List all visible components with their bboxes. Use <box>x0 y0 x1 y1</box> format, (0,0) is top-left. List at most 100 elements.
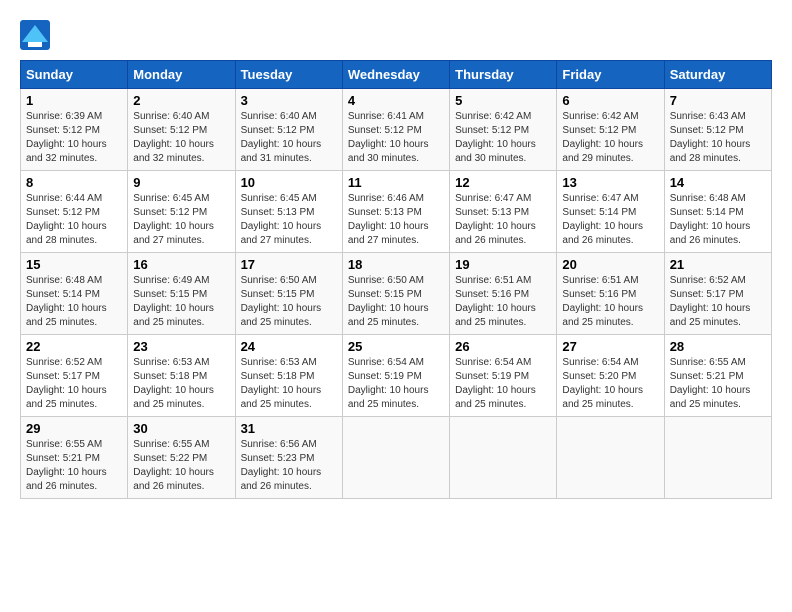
day-cell-30: 30 Sunrise: 6:55 AMSunset: 5:22 PMDayligh… <box>128 417 235 499</box>
day-cell-22: 22Sunrise: 6:52 AMSunset: 5:17 PMDayligh… <box>21 335 128 417</box>
day-number: 24 <box>241 339 337 354</box>
calendar-table: SundayMondayTuesdayWednesdayThursdayFrid… <box>20 60 772 499</box>
day-number: 29 <box>26 421 122 436</box>
day-cell-14: 14 Sunrise: 6:48 AMSunset: 5:14 PMDayligh… <box>664 171 771 253</box>
day-info: Sunrise: 6:56 AMSunset: 5:23 PMDaylight:… <box>241 438 337 494</box>
day-number: 1 <box>26 93 122 108</box>
day-cell-10: 10 Sunrise: 6:45 AMSunset: 5:13 PMDayligh… <box>235 171 342 253</box>
day-number: 23 <box>133 339 229 354</box>
day-info: Sunrise: 6:53 AMSunset: 5:18 PMDaylight:… <box>241 356 337 412</box>
logo-icon <box>20 20 50 50</box>
day-cell-2: 2 Sunrise: 6:40 AMSunset: 5:12 PMDaylight… <box>128 89 235 171</box>
day-number: 17 <box>241 257 337 272</box>
day-info: Sunrise: 6:50 AMSunset: 5:15 PMDaylight:… <box>348 274 444 330</box>
day-info: Sunrise: 6:42 AMSunset: 5:12 PMDaylight:… <box>455 110 551 166</box>
day-number: 3 <box>241 93 337 108</box>
day-cell-28: 28 Sunrise: 6:55 AMSunset: 5:21 PMDayligh… <box>664 335 771 417</box>
day-cell-9: 9 Sunrise: 6:45 AMSunset: 5:12 PMDaylight… <box>128 171 235 253</box>
day-cell-5: 5 Sunrise: 6:42 AMSunset: 5:12 PMDaylight… <box>450 89 557 171</box>
calendar-header-row: SundayMondayTuesdayWednesdayThursdayFrid… <box>21 61 772 89</box>
calendar-body: 1 Sunrise: 6:39 AMSunset: 5:12 PMDaylight… <box>21 89 772 499</box>
day-cell-1: 1 Sunrise: 6:39 AMSunset: 5:12 PMDaylight… <box>21 89 128 171</box>
day-info: Sunrise: 6:40 AMSunset: 5:12 PMDaylight:… <box>241 110 337 166</box>
col-header-saturday: Saturday <box>664 61 771 89</box>
col-header-thursday: Thursday <box>450 61 557 89</box>
day-info: Sunrise: 6:43 AMSunset: 5:12 PMDaylight:… <box>670 110 766 166</box>
calendar-week-3: 15 Sunrise: 6:48 AMSunset: 5:14 PMDayligh… <box>21 253 772 335</box>
calendar-week-1: 1 Sunrise: 6:39 AMSunset: 5:12 PMDaylight… <box>21 89 772 171</box>
day-info: Sunrise: 6:45 AMSunset: 5:12 PMDaylight:… <box>133 192 229 248</box>
day-cell-24: 24 Sunrise: 6:53 AMSunset: 5:18 PMDayligh… <box>235 335 342 417</box>
day-info: Sunrise: 6:52 AMSunset: 5:17 PMDaylight:… <box>26 356 122 412</box>
page-header <box>20 20 772 50</box>
day-info: Sunrise: 6:55 AMSunset: 5:21 PMDaylight:… <box>670 356 766 412</box>
day-cell-25: 25Sunrise: 6:54 AMSunset: 5:19 PMDayligh… <box>342 335 449 417</box>
day-cell-12: 12Sunrise: 6:47 AMSunset: 5:13 PMDayligh… <box>450 171 557 253</box>
day-cell-6: 6Sunrise: 6:42 AMSunset: 5:12 PMDaylight… <box>557 89 664 171</box>
day-cell-26: 26Sunrise: 6:54 AMSunset: 5:19 PMDayligh… <box>450 335 557 417</box>
day-info: Sunrise: 6:41 AMSunset: 5:12 PMDaylight:… <box>348 110 444 166</box>
day-cell-17: 17 Sunrise: 6:50 AMSunset: 5:15 PMDayligh… <box>235 253 342 335</box>
day-cell-20: 20 Sunrise: 6:51 AMSunset: 5:16 PMDayligh… <box>557 253 664 335</box>
col-header-monday: Monday <box>128 61 235 89</box>
day-info: Sunrise: 6:45 AMSunset: 5:13 PMDaylight:… <box>241 192 337 248</box>
day-info: Sunrise: 6:48 AMSunset: 5:14 PMDaylight:… <box>26 274 122 330</box>
day-cell-11: 11Sunrise: 6:46 AMSunset: 5:13 PMDayligh… <box>342 171 449 253</box>
day-info: Sunrise: 6:54 AMSunset: 5:19 PMDaylight:… <box>348 356 444 412</box>
day-info: Sunrise: 6:40 AMSunset: 5:12 PMDaylight:… <box>133 110 229 166</box>
day-number: 10 <box>241 175 337 190</box>
day-number: 18 <box>348 257 444 272</box>
empty-cell <box>557 417 664 499</box>
day-number: 6 <box>562 93 658 108</box>
day-number: 9 <box>133 175 229 190</box>
day-cell-21: 21Sunrise: 6:52 AMSunset: 5:17 PMDayligh… <box>664 253 771 335</box>
day-number: 14 <box>670 175 766 190</box>
day-cell-31: 31 Sunrise: 6:56 AMSunset: 5:23 PMDayligh… <box>235 417 342 499</box>
day-info: Sunrise: 6:54 AMSunset: 5:19 PMDaylight:… <box>455 356 551 412</box>
empty-cell <box>450 417 557 499</box>
day-info: Sunrise: 6:51 AMSunset: 5:16 PMDaylight:… <box>455 274 551 330</box>
col-header-sunday: Sunday <box>21 61 128 89</box>
day-info: Sunrise: 6:50 AMSunset: 5:15 PMDaylight:… <box>241 274 337 330</box>
day-cell-3: 3 Sunrise: 6:40 AMSunset: 5:12 PMDaylight… <box>235 89 342 171</box>
day-number: 28 <box>670 339 766 354</box>
day-cell-8: 8 Sunrise: 6:44 AMSunset: 5:12 PMDaylight… <box>21 171 128 253</box>
calendar-week-4: 22Sunrise: 6:52 AMSunset: 5:17 PMDayligh… <box>21 335 772 417</box>
day-cell-15: 15 Sunrise: 6:48 AMSunset: 5:14 PMDayligh… <box>21 253 128 335</box>
day-cell-13: 13Sunrise: 6:47 AMSunset: 5:14 PMDayligh… <box>557 171 664 253</box>
day-info: Sunrise: 6:39 AMSunset: 5:12 PMDaylight:… <box>26 110 122 166</box>
day-number: 8 <box>26 175 122 190</box>
day-info: Sunrise: 6:54 AMSunset: 5:20 PMDaylight:… <box>562 356 658 412</box>
day-number: 31 <box>241 421 337 436</box>
day-cell-19: 19 Sunrise: 6:51 AMSunset: 5:16 PMDayligh… <box>450 253 557 335</box>
calendar-week-2: 8 Sunrise: 6:44 AMSunset: 5:12 PMDaylight… <box>21 171 772 253</box>
day-cell-16: 16Sunrise: 6:49 AMSunset: 5:15 PMDayligh… <box>128 253 235 335</box>
day-cell-27: 27 Sunrise: 6:54 AMSunset: 5:20 PMDayligh… <box>557 335 664 417</box>
day-info: Sunrise: 6:53 AMSunset: 5:18 PMDaylight:… <box>133 356 229 412</box>
day-number: 19 <box>455 257 551 272</box>
day-info: Sunrise: 6:44 AMSunset: 5:12 PMDaylight:… <box>26 192 122 248</box>
day-number: 15 <box>26 257 122 272</box>
day-cell-29: 29 Sunrise: 6:55 AMSunset: 5:21 PMDayligh… <box>21 417 128 499</box>
day-number: 27 <box>562 339 658 354</box>
day-number: 30 <box>133 421 229 436</box>
day-cell-18: 18 Sunrise: 6:50 AMSunset: 5:15 PMDayligh… <box>342 253 449 335</box>
day-info: Sunrise: 6:55 AMSunset: 5:22 PMDaylight:… <box>133 438 229 494</box>
col-header-friday: Friday <box>557 61 664 89</box>
day-info: Sunrise: 6:48 AMSunset: 5:14 PMDaylight:… <box>670 192 766 248</box>
day-cell-7: 7 Sunrise: 6:43 AMSunset: 5:12 PMDaylight… <box>664 89 771 171</box>
day-number: 7 <box>670 93 766 108</box>
day-info: Sunrise: 6:51 AMSunset: 5:16 PMDaylight:… <box>562 274 658 330</box>
empty-cell <box>342 417 449 499</box>
day-number: 11 <box>348 175 444 190</box>
day-number: 21 <box>670 257 766 272</box>
day-number: 20 <box>562 257 658 272</box>
col-header-tuesday: Tuesday <box>235 61 342 89</box>
logo <box>20 20 54 50</box>
day-info: Sunrise: 6:55 AMSunset: 5:21 PMDaylight:… <box>26 438 122 494</box>
day-cell-23: 23 Sunrise: 6:53 AMSunset: 5:18 PMDayligh… <box>128 335 235 417</box>
day-number: 2 <box>133 93 229 108</box>
day-cell-4: 4Sunrise: 6:41 AMSunset: 5:12 PMDaylight… <box>342 89 449 171</box>
day-number: 16 <box>133 257 229 272</box>
day-number: 5 <box>455 93 551 108</box>
